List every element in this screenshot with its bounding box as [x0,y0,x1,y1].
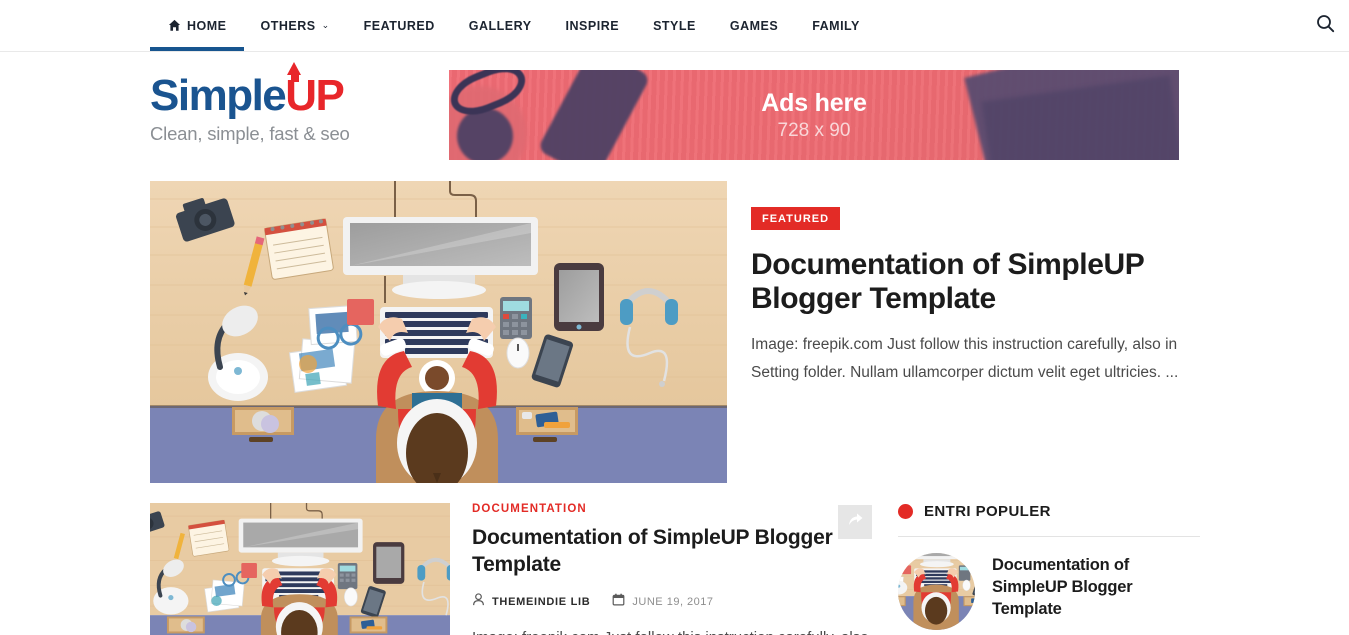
nav-item-gallery[interactable]: GALLERY [452,0,549,51]
logo-up-arrow-stem [290,73,299,82]
nav-item-label: FAMILY [812,18,860,33]
ad-banner[interactable]: Ads here 728 x 90 [449,70,1179,160]
nav-item-label: HOME [187,18,227,33]
popular-post-thumbnail[interactable] [898,553,975,630]
nav-item-featured[interactable]: FEATURED [347,0,452,51]
ad-size-label: 728 x 90 [777,119,851,141]
nav-item-label: GAMES [729,18,779,33]
page-root: HOME OTHERS ⌄ FEATURED GALLERY INSPIRE STYLE GA… [0,0,1349,635]
nav-item-label: OTHERS [260,18,316,33]
nav-items-container: HOME OTHERS ⌄ FEATURED GALLERY INSPIRE STYLE GA… [150,0,1200,51]
post-author[interactable]: THEMEINDIE LIB [492,596,590,608]
nav-item-label: STYLE [653,18,696,33]
nav-item-games[interactable]: GAMES [713,0,795,51]
nav-item-label: GALLERY [468,18,532,33]
nav-item-home[interactable]: HOME [150,0,244,51]
ad-title: Ads here [761,88,867,117]
post-thumbnail[interactable] [150,503,450,635]
featured-post-title[interactable]: Documentation of SimpleUP Blogger Templa… [751,248,1200,315]
logo-text-up: UP [285,62,345,118]
top-navbar: HOME OTHERS ⌄ FEATURED GALLERY INSPIRE STYLE GA… [0,0,1349,52]
nav-item-others[interactable]: OTHERS ⌄ [244,0,347,51]
nav-item-label: INSPIRE [565,18,620,33]
nav-item-style[interactable]: STYLE [636,0,713,51]
desk-illustration [150,181,727,483]
chevron-down-icon: ⌄ [321,20,330,30]
popular-widget-title: ENTRI POPULER [924,503,1051,520]
nav-item-inspire[interactable]: INSPIRE [549,0,637,51]
post-date: JUNE 19, 2017 [632,595,714,608]
nav-item-label: FEATURED [363,18,435,33]
search-button[interactable] [1301,0,1349,51]
search-icon [1316,14,1335,38]
nav-item-family[interactable]: FAMILY [795,0,877,51]
featured-post-text: FEATURED Documentation of SimpleUP Blogg… [751,207,1200,386]
featured-badge: FEATURED [751,207,841,230]
desk-illustration-circle [898,553,975,630]
logo-tagline: Clean, simple, fast & seo [150,123,350,144]
popular-post-title[interactable]: Documentation of SimpleUP Blogger Templa… [992,553,1200,620]
featured-post-excerpt: Image: freepik.com Just follow this inst… [751,336,1179,381]
popular-widget-header: ENTRI POPULER [898,503,1200,520]
widget-divider [898,536,1200,537]
post-category[interactable]: DOCUMENTATION [472,503,874,515]
logo-wordmark: Simple UP [150,62,430,120]
desk-illustration-thumb [150,503,450,635]
site-logo[interactable]: Simple UP Clean, simple, fast & seo [150,62,430,145]
post-meta: THEMEINDIE LIB JUNE 19, 2017 [472,593,874,611]
post-body: DOCUMENTATION Documentation of SimpleUP … [472,503,874,635]
calendar-icon [612,593,625,611]
logo-text-simple: Simple [150,71,287,120]
user-icon [472,593,485,611]
popular-post-item[interactable]: Documentation of SimpleUP Blogger Templa… [898,553,1200,630]
site-header: Simple UP Clean, simple, fast & seo Ads h… [0,52,1349,178]
featured-post-image[interactable] [150,181,727,483]
ad-caption: Ads here 728 x 90 [449,70,1179,160]
home-icon [168,19,181,35]
sidebar: ENTRI POPULER Documentation of SimpleUP … [898,503,1200,630]
post-snippet: Image: freepik.com Just follow this inst… [472,624,874,635]
post-title[interactable]: Documentation of SimpleUP Blogger Templa… [472,525,874,579]
widget-dot-icon [898,504,913,519]
